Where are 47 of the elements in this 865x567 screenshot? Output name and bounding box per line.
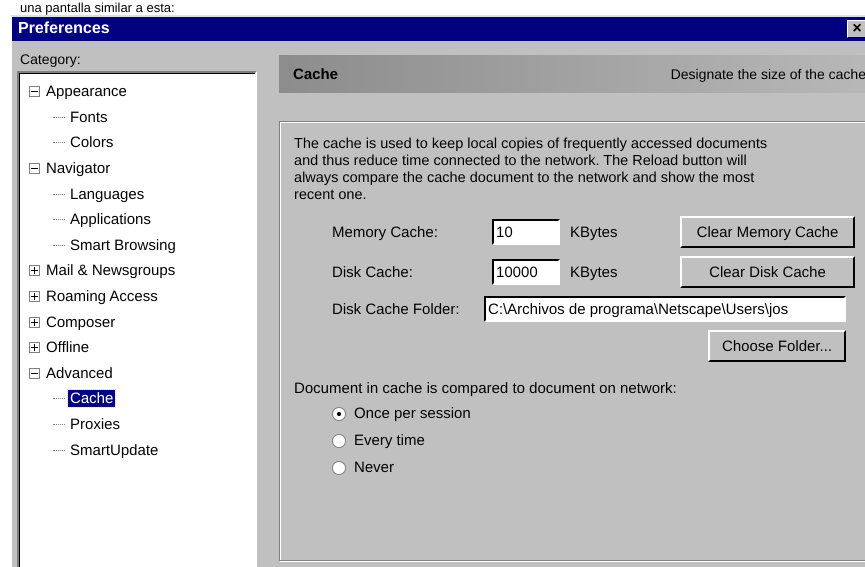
clear-cache-button[interactable]: Clear Memory Cache <box>680 216 855 248</box>
tree-item[interactable]: Proxies <box>68 416 122 434</box>
field-label: Disk Cache Folder: <box>332 300 461 318</box>
radio-option[interactable]: Once per session <box>332 405 471 422</box>
close-button[interactable]: × <box>847 20 865 38</box>
field-label: Disk Cache: <box>332 264 414 280</box>
tree-item[interactable]: Offline <box>44 339 92 356</box>
section-subtitle: Designate the size of the cache <box>670 66 865 82</box>
tree-item[interactable]: Languages <box>68 186 146 203</box>
clear-cache-button[interactable]: Clear Disk Cache <box>680 256 855 288</box>
field-label: Memory Cache: <box>332 224 439 240</box>
tree-item[interactable]: Roaming Access <box>44 288 160 306</box>
folder-path-field[interactable]: C:\Archivos de programa\Netscape\Users\jos <box>484 296 846 322</box>
tree-item[interactable]: Colors <box>68 134 116 152</box>
radio-icon[interactable] <box>332 460 346 474</box>
radio-option[interactable]: Never <box>332 459 394 476</box>
radio-icon[interactable] <box>332 434 346 448</box>
tree-item[interactable]: Cache <box>68 390 116 408</box>
radio-icon[interactable] <box>332 406 346 420</box>
tree-item[interactable]: SmartUpdate <box>68 442 160 459</box>
cache-size-field[interactable]: 10000 <box>492 259 560 285</box>
collapse-icon[interactable] <box>29 163 40 174</box>
section-title: Cache <box>293 66 338 82</box>
collapse-icon[interactable] <box>29 368 40 379</box>
tree-item[interactable]: Appearance <box>44 83 129 100</box>
expand-icon[interactable] <box>29 342 40 354</box>
expand-icon[interactable] <box>29 265 40 276</box>
expand-icon[interactable] <box>29 291 40 302</box>
collapse-icon[interactable] <box>29 86 40 98</box>
caption-text: una pantalla similar a esta: <box>19 0 176 15</box>
category-label: Category: <box>20 51 81 67</box>
description-text: The cache is used to keep local copies of frequently accessed documents and thus reduce time connected to the network. The Reload button will always compare the cache document to the network and show the most recent one. <box>294 136 768 204</box>
choose-folder-button[interactable]: Choose Folder... <box>708 330 846 362</box>
window-title: Preferences <box>18 20 110 38</box>
cache-size-field[interactable]: 10 <box>492 219 560 245</box>
tree-item[interactable]: Fonts <box>68 108 110 126</box>
compare-label: Document in cache is compared to document on network: <box>294 380 677 397</box>
tree-item[interactable]: Mail & Newsgroups <box>44 262 178 280</box>
tree-item[interactable]: Advanced <box>44 364 115 382</box>
radio-option[interactable]: Every time <box>332 432 425 449</box>
unit-label: KBytes <box>570 224 619 240</box>
tree-item[interactable]: Smart Browsing <box>68 236 178 254</box>
tree-item[interactable]: Composer <box>44 314 118 331</box>
tree-item[interactable]: Navigator <box>44 160 112 178</box>
unit-label: KBytes <box>570 264 619 280</box>
tree-item[interactable]: Applications <box>68 211 153 228</box>
expand-icon[interactable] <box>29 316 40 328</box>
